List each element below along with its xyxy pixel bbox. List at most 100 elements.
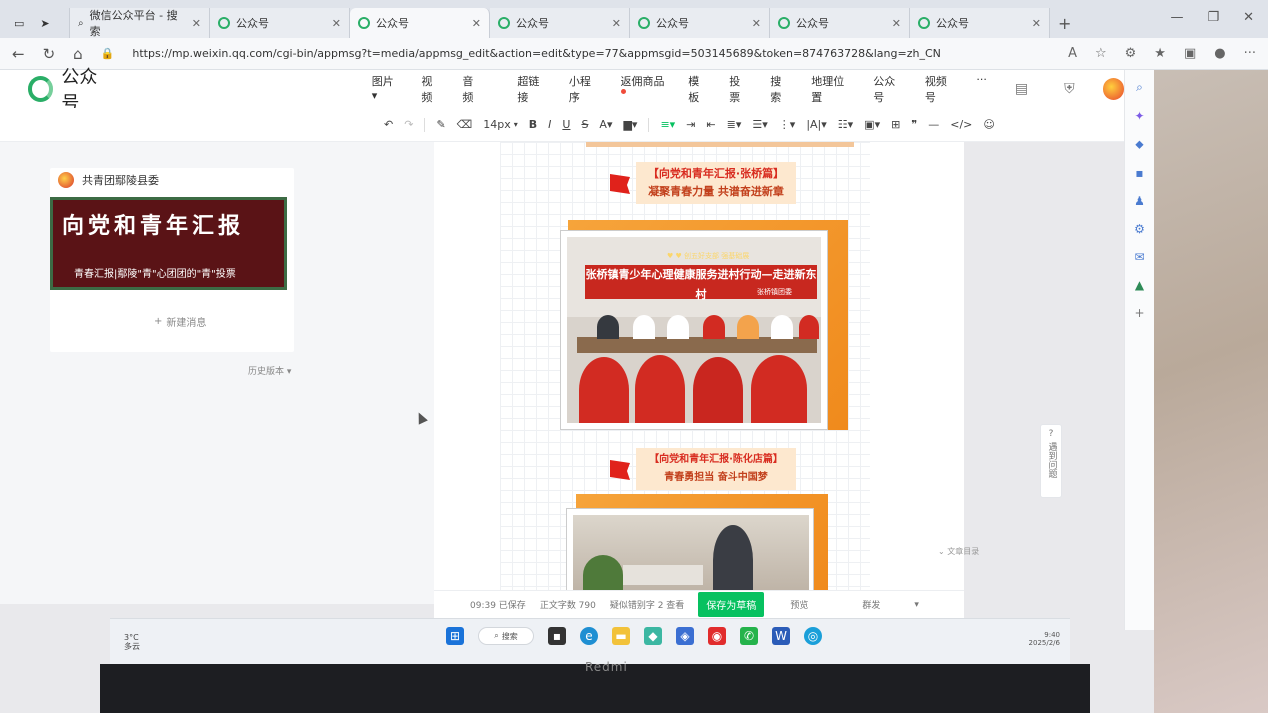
- quote-icon[interactable]: ❞: [911, 118, 917, 131]
- close-icon[interactable]: ✕: [332, 17, 341, 30]
- avatar[interactable]: [1102, 78, 1124, 100]
- article-photo[interactable]: [566, 508, 814, 595]
- menu-item-location[interactable]: 地理位置: [811, 73, 853, 105]
- menu-item-image[interactable]: 图片 ▾: [372, 73, 402, 105]
- line-spacing-icon[interactable]: ≣▾: [727, 118, 742, 131]
- favorites-icon[interactable]: ★: [1154, 46, 1166, 61]
- table-icon[interactable]: ⊞: [891, 118, 900, 131]
- briefcase-icon[interactable]: ▪: [1135, 166, 1143, 180]
- history-version-button[interactable]: 历史版本 ▾: [248, 364, 291, 377]
- close-window-button[interactable]: ✕: [1243, 10, 1254, 25]
- close-icon[interactable]: ✕: [192, 17, 201, 30]
- extensions-icon[interactable]: ⚙: [1125, 46, 1137, 61]
- background-color-icon[interactable]: ▆▾: [623, 118, 637, 131]
- save-draft-button[interactable]: 保存为草稿: [698, 592, 765, 617]
- strikethrough-icon[interactable]: S: [581, 118, 588, 131]
- align-left-icon[interactable]: ≡▾: [660, 118, 675, 131]
- help-widget[interactable]: ? 遇到问题: [1040, 424, 1062, 498]
- menu-item-miniprogram[interactable]: 小程序: [569, 73, 601, 105]
- collections-icon[interactable]: ▣: [1184, 46, 1196, 61]
- article-photo[interactable]: ♥ ♥ 创五好支部 强基础展 张桥镇青少年心理健康服务进村行动—走进新东村 张桥…: [560, 230, 828, 430]
- tab-gongzhonghao[interactable]: 公众号 ✕: [770, 8, 910, 38]
- emoji-icon[interactable]: ☺: [983, 118, 994, 131]
- code-icon[interactable]: </>: [950, 118, 972, 131]
- tab-sidebar-toggle[interactable]: ▭ ➤: [6, 8, 70, 38]
- refresh-icon[interactable]: ↻: [43, 45, 56, 63]
- article-outline-button[interactable]: ⌄ 文章目录: [938, 546, 979, 557]
- clear-format-icon[interactable]: ⌫: [457, 118, 473, 131]
- taskbar-search[interactable]: ⌕ 搜索: [478, 627, 534, 645]
- shield-icon[interactable]: ⛨: [1064, 81, 1075, 97]
- back-arrow-icon[interactable]: ←: [12, 45, 25, 63]
- close-icon[interactable]: ✕: [612, 17, 621, 30]
- menu-item-video[interactable]: 视频: [421, 73, 442, 105]
- home-icon[interactable]: ⌂: [73, 45, 83, 63]
- search-icon[interactable]: ⌕: [1136, 80, 1143, 95]
- close-icon[interactable]: ✕: [1032, 17, 1041, 30]
- underline-icon[interactable]: U: [562, 118, 570, 131]
- redo-icon[interactable]: ↷: [404, 118, 413, 131]
- paragraph-spacing-icon[interactable]: ☰▾: [752, 118, 767, 131]
- chevron-down-icon[interactable]: ▾: [914, 600, 919, 610]
- netease-music-icon[interactable]: ◉: [708, 627, 726, 645]
- tab-gongzhonghao[interactable]: 公众号 ✕: [210, 8, 350, 38]
- typo-check[interactable]: 疑似错别字 2 查看: [610, 598, 684, 611]
- publish-button[interactable]: 群发: [862, 598, 880, 611]
- tab-gongzhonghao[interactable]: 公众号 ✕: [490, 8, 630, 38]
- menu-item-template[interactable]: 模板: [688, 73, 709, 105]
- menu-item-audio[interactable]: 音频: [462, 73, 483, 105]
- url-field[interactable]: https://mp.weixin.qq.com/cgi-bin/appmsg?…: [132, 47, 1050, 60]
- letter-spacing-icon[interactable]: ⋮▾: [779, 118, 796, 131]
- italic-icon[interactable]: I: [548, 118, 551, 131]
- menu-item-channels[interactable]: 视频号: [925, 73, 957, 105]
- system-tray[interactable]: 9:40 2025/2/6: [1029, 631, 1060, 647]
- app-icon[interactable]: ◈: [676, 627, 694, 645]
- file-explorer-icon[interactable]: ▬: [612, 627, 630, 645]
- tab-search[interactable]: ⌕ 微信公众平台 - 搜索 ✕: [70, 8, 210, 38]
- close-icon[interactable]: ✕: [892, 17, 901, 30]
- add-icon[interactable]: +: [1134, 306, 1144, 320]
- undo-icon[interactable]: ↶: [384, 118, 393, 131]
- text-box-icon[interactable]: ▣▾: [864, 118, 880, 131]
- text-direction-icon[interactable]: |A|▾: [806, 118, 826, 131]
- indent-icon[interactable]: ⇥: [686, 118, 695, 131]
- menu-item-commission-goods[interactable]: 返佣商品: [620, 73, 668, 105]
- font-size-select[interactable]: 14px: [483, 118, 511, 131]
- edge-icon[interactable]: e: [580, 627, 598, 645]
- profile-icon[interactable]: ●: [1214, 46, 1225, 61]
- outdent-icon[interactable]: ⇤: [706, 118, 715, 131]
- new-tab-button[interactable]: +: [1058, 8, 1071, 38]
- tag-icon[interactable]: ⬥: [1135, 137, 1143, 152]
- format-painter-icon[interactable]: ✎: [436, 118, 445, 131]
- more-icon[interactable]: ···: [1244, 46, 1256, 61]
- settings-icon[interactable]: ⚙: [1134, 222, 1145, 236]
- copilot-icon[interactable]: ✦: [1134, 109, 1144, 123]
- windows-start-icon[interactable]: ⊞: [446, 627, 464, 645]
- menu-item-official-account[interactable]: 公众号: [873, 73, 905, 105]
- task-view-icon[interactable]: ▪: [548, 627, 566, 645]
- menu-item-hyperlink[interactable]: 超链接: [517, 73, 549, 105]
- preview-button[interactable]: 预览: [790, 598, 808, 611]
- favorite-add-icon[interactable]: ☆: [1095, 46, 1107, 61]
- document-icon[interactable]: ▤: [1015, 81, 1028, 97]
- bold-icon[interactable]: B: [529, 118, 537, 131]
- close-icon[interactable]: ✕: [752, 17, 761, 30]
- new-message-button[interactable]: + 新建消息: [154, 314, 206, 329]
- word-icon[interactable]: W: [772, 627, 790, 645]
- menu-item-more[interactable]: ···: [976, 73, 987, 105]
- people-icon[interactable]: ♟: [1134, 194, 1145, 208]
- wechat-icon[interactable]: ✆: [740, 627, 758, 645]
- tab-gongzhonghao[interactable]: 公众号 ✕: [910, 8, 1050, 38]
- outlook-icon[interactable]: ✉: [1134, 250, 1144, 264]
- app-icon[interactable]: ◆: [644, 627, 662, 645]
- list-icon[interactable]: ☷▾: [838, 118, 853, 131]
- weather-widget[interactable]: 3°C 多云: [124, 633, 140, 651]
- close-icon[interactable]: ✕: [472, 17, 481, 30]
- read-aloud-icon[interactable]: A: [1068, 46, 1077, 61]
- tab-gongzhonghao-active[interactable]: 公众号 ✕: [350, 8, 490, 38]
- tree-icon[interactable]: ▲: [1135, 278, 1144, 292]
- menu-item-vote[interactable]: 投票: [729, 73, 750, 105]
- divider-line-icon[interactable]: —: [928, 118, 939, 131]
- restore-button[interactable]: ❐: [1207, 10, 1219, 25]
- article-body[interactable]: 【向党和青年汇报·张桥篇】 凝聚青春力量 共谱奋进新章 ♥ ♥ 创五好支部 强基…: [500, 142, 870, 595]
